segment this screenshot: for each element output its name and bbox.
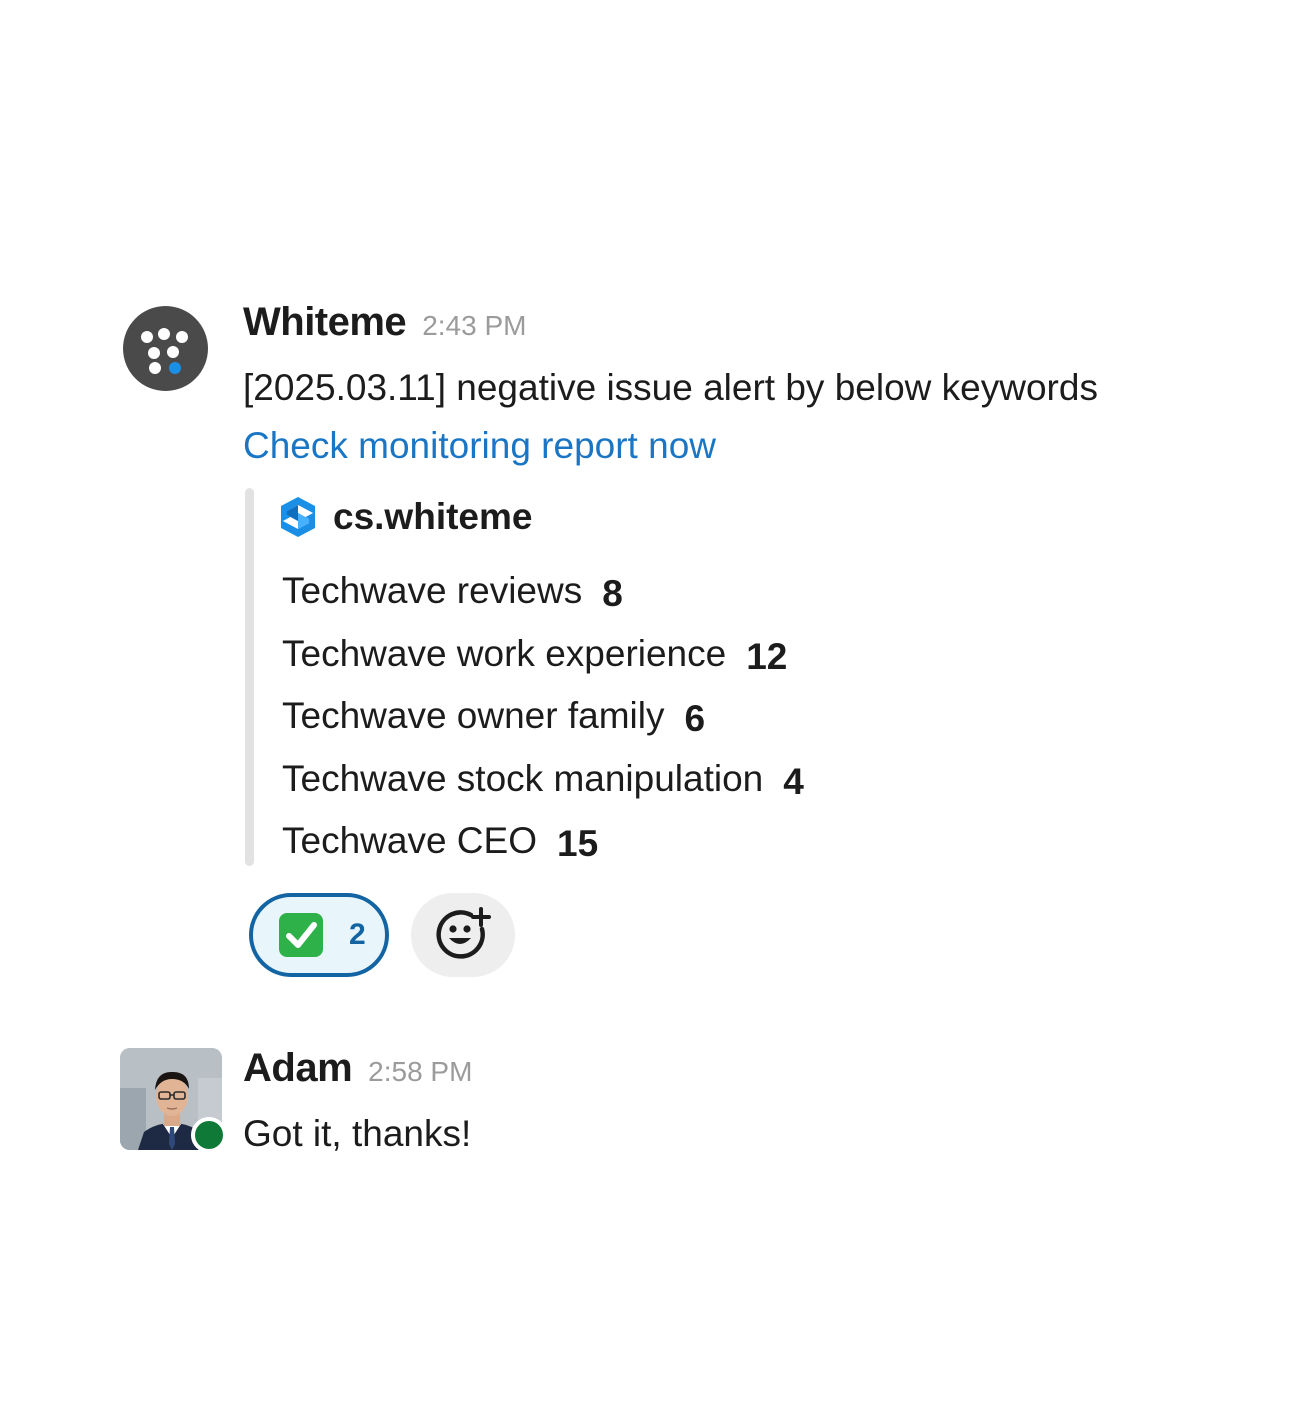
online-status-indicator [191,1117,227,1153]
keyword-label: Techwave stock manipulation [282,757,764,799]
cs-whiteme-logo-icon [281,497,315,537]
reaction-count: 2 [349,918,366,951]
message-timestamp[interactable]: 2:58 PM [368,1056,472,1088]
message-timestamp[interactable]: 2:43 PM [422,310,526,342]
message-header: Adam 2:58 PM [243,1046,472,1106]
keyword-row: Techwave stock manipulation 4 [282,748,804,811]
add-reaction-icon [436,907,491,959]
author-name[interactable]: Adam [243,1046,353,1091]
monitoring-report-link[interactable]: Check monitoring report now [243,416,716,476]
attachment-accent-bar [245,488,254,866]
keyword-count: 4 [783,760,804,802]
message-header: Whiteme 2:43 PM [243,300,1098,360]
attachment-card: cs.whiteme Techwave reviews 8 Techwave w… [245,488,945,866]
keyword-label: Techwave work experience [282,632,727,674]
chat-view: Whiteme 2:43 PM [2025.03.11] negative is… [0,0,1307,1408]
keyword-row: Techwave CEO 15 [282,810,804,873]
keyword-label: Techwave CEO [282,820,537,862]
whiteme-avatar[interactable] [123,306,208,391]
message-content: Adam 2:58 PM Got it, thanks! [243,1046,472,1162]
message-text: [2025.03.11] negative issue alert by bel… [243,367,1098,408]
keyword-list: Techwave reviews 8 Techwave work experie… [282,560,804,873]
attachment-header: cs.whiteme [279,494,532,540]
author-name[interactable]: Whiteme [243,300,407,345]
keyword-row: Techwave work experience 12 [282,623,804,686]
whiteme-logo-icon [141,328,188,374]
keyword-label: Techwave owner family [282,695,665,737]
message-text: Got it, thanks! [243,1113,472,1154]
reaction-check-button[interactable]: 2 [249,893,389,977]
attachment-source[interactable]: cs.whiteme [333,496,532,538]
keyword-row: Techwave reviews 8 [282,560,804,623]
keyword-count: 6 [684,698,706,740]
reactions-bar: 2 [249,893,515,977]
keyword-count: 15 [557,823,599,865]
add-reaction-button[interactable] [411,893,515,977]
message-content: Whiteme 2:43 PM [2025.03.11] negative is… [243,300,1098,476]
keyword-row: Techwave owner family 6 [282,685,804,748]
keyword-label: Techwave reviews [282,570,583,612]
keyword-count: 12 [746,635,788,677]
keyword-count: 8 [602,573,623,615]
white-check-mark-icon [279,913,323,957]
